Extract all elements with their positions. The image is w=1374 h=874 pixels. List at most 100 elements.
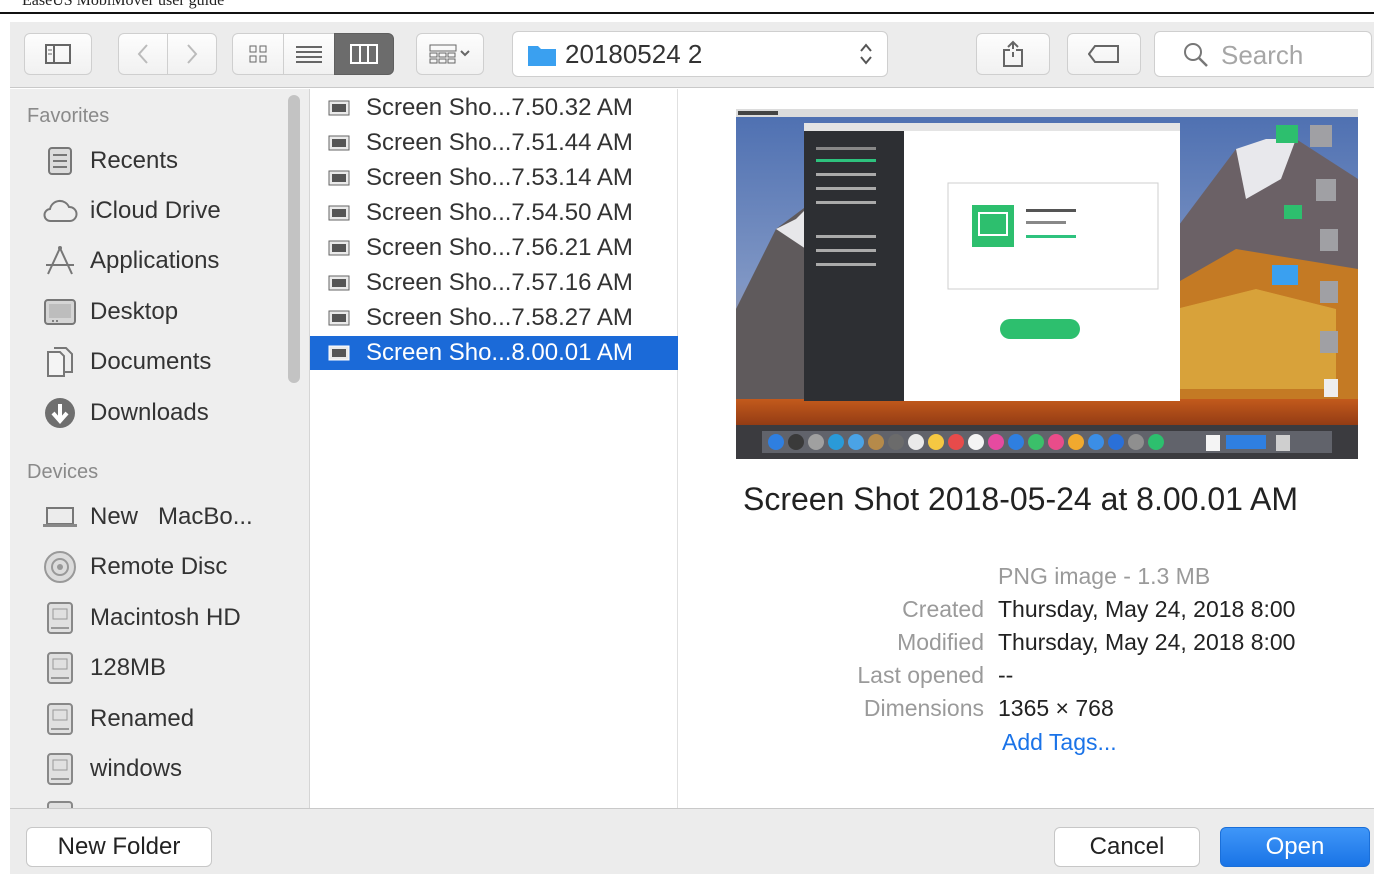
file-row[interactable]: Screen Sho...7.54.50 AM xyxy=(310,196,678,230)
disc-icon xyxy=(40,547,80,587)
group-icon xyxy=(429,43,471,65)
file-name: Screen Sho...7.53.14 AM xyxy=(366,164,633,191)
sidebar-item-applications[interactable]: Applications xyxy=(40,241,219,281)
preview-kind: PNG image - 1.3 MB xyxy=(998,563,1211,589)
sidebar-item-windows[interactable]: windows xyxy=(40,749,182,789)
sidebar-item-remote-disc[interactable]: Remote Disc xyxy=(40,547,227,587)
sidebar-item-partial[interactable] xyxy=(40,797,90,808)
dialog-button-bar: New Folder Cancel Open xyxy=(10,808,1374,874)
image-file-icon xyxy=(328,240,350,256)
file-row[interactable]: Screen Sho...7.50.32 AM xyxy=(310,91,678,125)
sidebar-scrollbar[interactable] xyxy=(288,95,300,383)
share-icon xyxy=(1002,40,1024,68)
sidebar-item-renamed[interactable]: Renamed xyxy=(40,699,194,739)
drive-icon xyxy=(40,797,80,808)
path-popup[interactable]: 20180524 2 xyxy=(512,31,888,77)
meta-key: Created xyxy=(902,596,984,622)
meta-row-modified: Modified Thursday, May 24, 2018 8:00 xyxy=(679,629,1374,662)
sidebar-toggle-icon xyxy=(45,44,71,64)
cancel-button[interactable]: Cancel xyxy=(1054,827,1200,867)
open-button[interactable]: Open xyxy=(1220,827,1370,867)
file-name: Screen Sho...8.00.01 AM xyxy=(366,339,633,366)
drive-icon xyxy=(40,749,80,789)
sidebar-item-label: Renamed xyxy=(90,705,195,732)
file-row[interactable]: Screen Sho...7.56.21 AM xyxy=(310,231,678,265)
forward-button[interactable] xyxy=(167,33,217,75)
sidebar-heading-favorites: Favorites xyxy=(27,105,110,127)
meta-row-last-opened: Last opened -- xyxy=(679,662,1374,695)
applications-icon xyxy=(40,241,80,281)
sidebar-item-desktop[interactable]: Desktop xyxy=(40,292,178,332)
sidebar-item-macbook[interactable]: New MacBo... xyxy=(40,497,253,537)
add-tags-link[interactable]: Add Tags... xyxy=(1002,729,1117,756)
file-name: Screen Sho...7.51.44 AM xyxy=(366,129,633,156)
sidebar-item-label: Macintosh HD xyxy=(90,604,241,631)
preview-thumbnail xyxy=(736,109,1358,459)
file-name: Screen Sho...7.50.32 AM xyxy=(366,94,633,121)
tag-button[interactable] xyxy=(1067,33,1141,75)
search-field[interactable]: Search xyxy=(1154,31,1372,77)
new-folder-button[interactable]: New Folder xyxy=(26,827,212,867)
cloud-icon xyxy=(40,191,80,231)
sidebar-item-macintosh-hd[interactable]: Macintosh HD xyxy=(40,598,241,638)
file-name: Screen Sho...7.57.16 AM xyxy=(366,269,633,296)
downloads-icon xyxy=(40,393,80,433)
chevron-updown-icon xyxy=(859,41,873,68)
laptop-icon xyxy=(40,497,80,537)
sidebar-item-label: Recents xyxy=(90,147,179,174)
meta-key: Dimensions xyxy=(863,695,984,721)
sidebar-item-documents[interactable]: Documents xyxy=(40,342,211,382)
sidebar-item-recents[interactable]: Recents xyxy=(40,141,178,181)
sidebar-toggle-button[interactable] xyxy=(24,33,92,75)
sidebar: Favorites Recents iCloud Drive Applicati… xyxy=(10,89,310,808)
drive-icon xyxy=(40,699,80,739)
file-row[interactable]: Screen Sho...7.53.14 AM xyxy=(310,161,678,195)
group-button[interactable] xyxy=(416,33,484,75)
drive-icon xyxy=(40,598,80,638)
list-view-button[interactable] xyxy=(283,33,335,75)
forward-icon xyxy=(185,42,199,66)
back-button[interactable] xyxy=(118,33,168,75)
image-file-icon xyxy=(328,100,350,116)
meta-row-created: Created Thursday, May 24, 2018 8:00 xyxy=(679,596,1374,629)
document-header-text: EaseUS MobiMover user guide xyxy=(22,0,225,9)
sidebar-item-128mb[interactable]: 128MB xyxy=(40,648,166,688)
desktop-icon xyxy=(40,292,80,332)
column-view-icon xyxy=(350,44,378,64)
file-name: Screen Sho...7.54.50 AM xyxy=(366,199,633,226)
file-name: Screen Sho...7.56.21 AM xyxy=(366,234,633,261)
tag-icon xyxy=(1088,45,1120,63)
sidebar-heading-devices: Devices xyxy=(27,461,99,483)
file-row[interactable]: Screen Sho...7.57.16 AM xyxy=(310,266,678,300)
sidebar-item-icloud-drive[interactable]: iCloud Drive xyxy=(40,191,221,231)
file-row[interactable]: Screen Sho...7.58.27 AM xyxy=(310,301,678,335)
column-view-button[interactable] xyxy=(334,33,394,75)
icon-view-icon xyxy=(249,45,267,63)
file-row[interactable]: Screen Sho...7.51.44 AM xyxy=(310,126,678,160)
file-row-selected[interactable]: Screen Sho...8.00.01 AM xyxy=(310,336,678,370)
sidebar-item-downloads[interactable]: Downloads xyxy=(40,393,209,433)
sidebar-item-label: Downloads xyxy=(90,399,209,426)
image-file-icon xyxy=(328,170,350,186)
search-placeholder: Search xyxy=(1221,40,1304,70)
meta-value: 1365 × 768 xyxy=(998,695,1114,721)
header-rule xyxy=(0,12,1374,14)
document-header: EaseUS MobiMover user guide xyxy=(0,0,1374,12)
image-file-icon xyxy=(328,310,350,326)
open-dialog: 20180524 2 Search Favorites Recents iClo… xyxy=(10,22,1374,874)
toolbar: 20180524 2 Search xyxy=(10,22,1374,88)
image-file-icon xyxy=(328,275,350,291)
sidebar-item-label: Desktop xyxy=(90,298,179,325)
list-view-icon xyxy=(296,45,322,63)
path-popup-label: 20180524 2 xyxy=(565,39,703,69)
image-file-icon xyxy=(328,135,350,151)
sidebar-item-label: Documents xyxy=(90,348,212,375)
file-column: Screen Sho...7.50.32 AM Screen Sho...7.5… xyxy=(310,89,678,808)
icon-view-button[interactable] xyxy=(232,33,284,75)
preview-title: Screen Shot 2018-05-24 at 8.00.01 AM xyxy=(743,481,1299,517)
sidebar-item-label: windows xyxy=(90,755,183,782)
image-file-icon xyxy=(328,345,350,361)
share-button[interactable] xyxy=(976,33,1050,75)
meta-row-dimensions: Dimensions 1365 × 768 xyxy=(679,695,1374,728)
sidebar-item-label: Applications xyxy=(90,247,220,274)
